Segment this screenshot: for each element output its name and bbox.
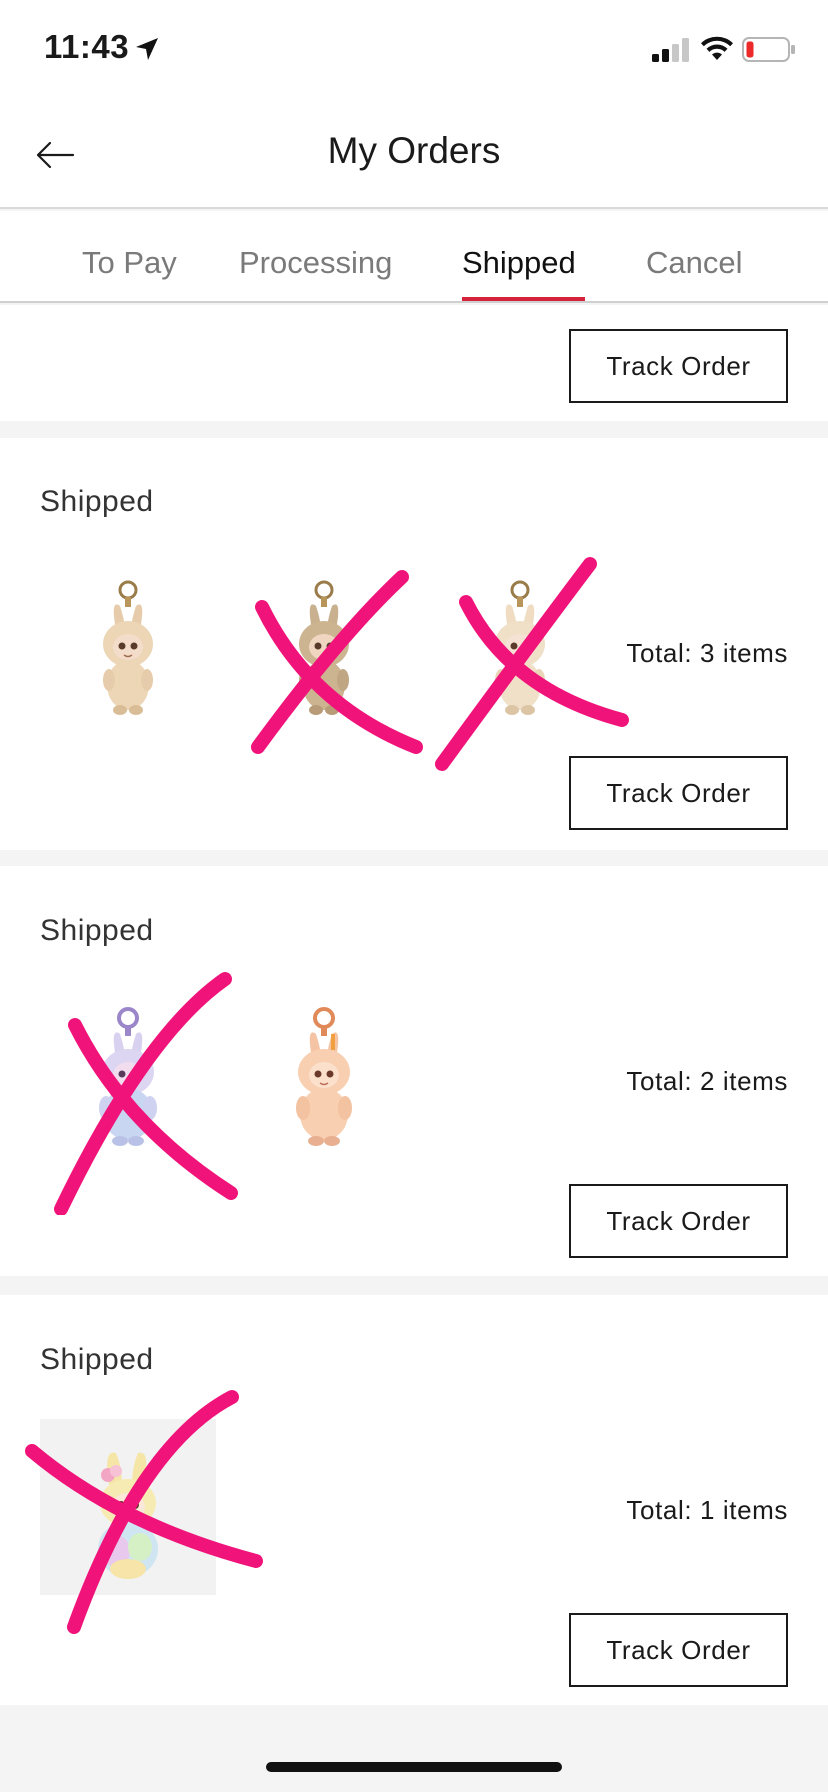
track-order-button[interactable]: Track Order: [569, 1184, 788, 1258]
order-item-thumbnail[interactable]: [40, 996, 216, 1172]
order-total: Total: 3 items: [626, 638, 788, 668]
order-item-thumbnail[interactable]: [40, 568, 216, 744]
active-tab-indicator: [462, 297, 585, 301]
plush-keychain-image: [299, 580, 349, 715]
plush-keychain-image: [495, 580, 545, 715]
tab-cancel[interactable]: Cancel: [646, 245, 743, 281]
tab-processing[interactable]: Processing: [239, 245, 392, 281]
order-card: Shipped: [0, 438, 828, 850]
plush-figure-image: [98, 1452, 158, 1579]
plush-keychain-image: [296, 1007, 352, 1146]
order-item-thumbnail[interactable]: [40, 1419, 216, 1595]
nav-bar: My Orders: [0, 100, 828, 209]
status-time: 11:43: [44, 28, 130, 65]
wifi-icon: [701, 36, 733, 60]
order-status: Shipped: [40, 914, 154, 947]
order-card: Track Order: [0, 305, 828, 421]
plush-keychain-image: [99, 1007, 157, 1146]
status-bar: 11:43: [0, 0, 828, 100]
order-item-thumbnail[interactable]: [236, 568, 412, 744]
order-status: Shipped: [40, 485, 154, 518]
order-tabs: To Pay Processing Shipped Cancel: [0, 211, 828, 303]
plush-keychain-image: [103, 580, 153, 715]
track-order-button[interactable]: Track Order: [569, 329, 788, 403]
tab-shipped[interactable]: Shipped: [462, 245, 576, 281]
order-card: Shipped: [0, 866, 828, 1276]
home-indicator[interactable]: [266, 1762, 562, 1772]
cellular-signal-icon: [652, 38, 689, 62]
page-title: My Orders: [327, 130, 501, 171]
order-status: Shipped: [40, 1343, 154, 1376]
location-arrow-icon: [136, 38, 158, 60]
track-order-button[interactable]: Track Order: [569, 756, 788, 830]
battery-low-icon: [742, 37, 795, 62]
order-item-thumbnail[interactable]: [236, 996, 412, 1172]
tab-to-pay[interactable]: To Pay: [82, 245, 177, 281]
order-total: Total: 2 items: [626, 1066, 788, 1096]
order-item-thumbnail[interactable]: [432, 568, 608, 744]
track-order-button[interactable]: Track Order: [569, 1613, 788, 1687]
order-card: Shipped Total: 1 items Track Order: [0, 1295, 828, 1705]
order-total: Total: 1 items: [626, 1495, 788, 1525]
